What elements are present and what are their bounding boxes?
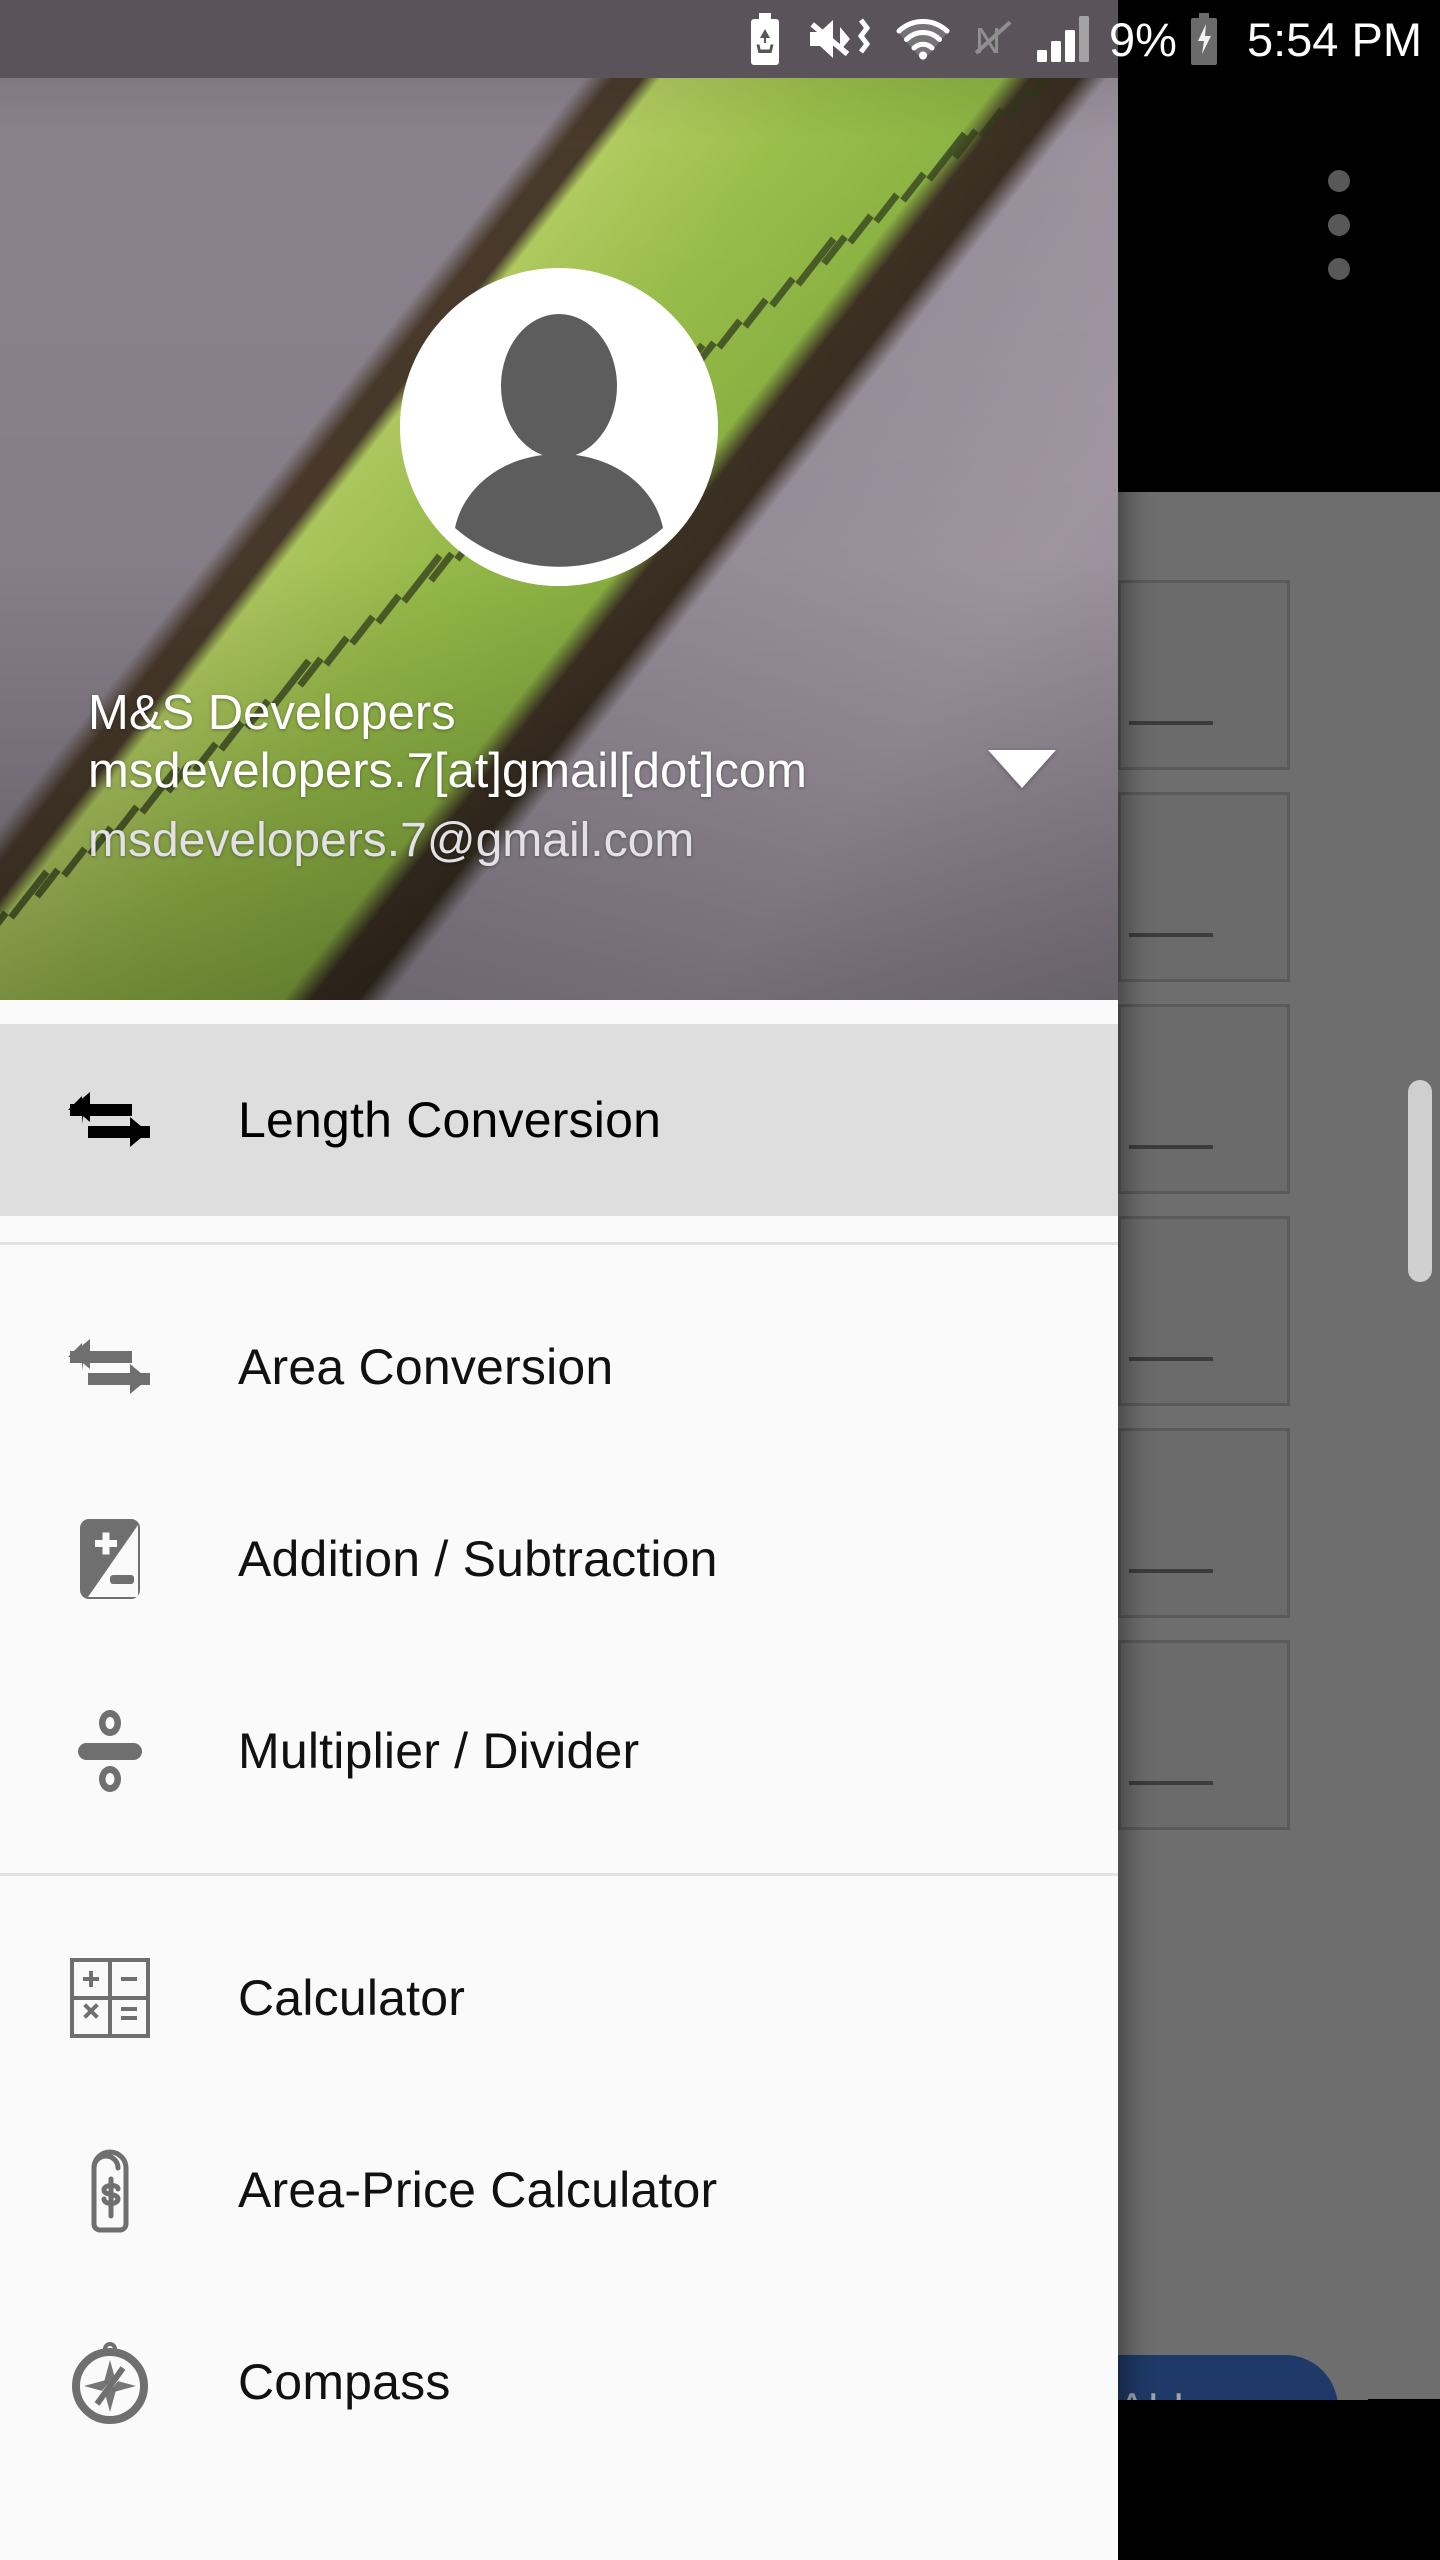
swap-horizontal-icon (68, 1339, 150, 1394)
sidebar-item-label: Compass (238, 2354, 451, 2410)
plus-minus-box-icon (64, 1513, 156, 1605)
navigation-drawer: M&S Developers msdevelopers.7[at]gmail[d… (0, 0, 1118, 2560)
divide-icon (64, 1705, 156, 1797)
list-group-gap (0, 1876, 1118, 1902)
account-info[interactable]: M&S Developers msdevelopers.7[at]gmail[d… (88, 685, 998, 868)
input-card[interactable] (1118, 1216, 1290, 1406)
input-card[interactable] (1118, 792, 1290, 982)
swap-horizontal-icon (64, 1321, 156, 1413)
input-card[interactable] (1118, 1004, 1290, 1194)
price-tag-icon (91, 2149, 129, 2233)
compass-icon (72, 2342, 148, 2424)
sidebar-item-area-conversion[interactable]: Area Conversion (0, 1271, 1118, 1463)
input-card[interactable] (1118, 1640, 1290, 1830)
divide-icon (78, 1710, 142, 1792)
sidebar-item-label: Area-Price Calculator (238, 2162, 718, 2218)
sidebar-item-multiplier-divider[interactable]: Multiplier / Divider (0, 1655, 1118, 1847)
sidebar-item-area-price-calculator[interactable]: Area-Price Calculator (0, 2094, 1118, 2286)
list-group-gap (0, 1245, 1118, 1271)
sidebar-item-label: Area Conversion (238, 1339, 614, 1395)
sidebar-item-label: Addition / Subtraction (238, 1531, 718, 1587)
drawer-menu-list: Length Conversion Area Conversion Addition… (0, 1000, 1118, 2478)
overflow-menu-icon[interactable] (1326, 170, 1352, 280)
list-group-gap (0, 1216, 1118, 1242)
phone-screen: INSTALL M&S Developers msdevelopers.7[at… (0, 0, 1440, 2560)
calculator-grid-icon (70, 1958, 150, 2038)
drawer-header[interactable]: M&S Developers msdevelopers.7[at]gmail[d… (0, 0, 1118, 1000)
compass-icon (64, 2336, 156, 2428)
plus-minus-box-icon (80, 1519, 140, 1599)
sidebar-item-label: Multiplier / Divider (238, 1723, 640, 1779)
account-email: msdevelopers.7@gmail.com (88, 814, 695, 867)
drawer-list-top-spacer (0, 1000, 1118, 1024)
price-tag-icon (64, 2144, 156, 2236)
sidebar-item-compass[interactable]: Compass (0, 2286, 1118, 2478)
sidebar-item-length-conversion[interactable]: Length Conversion (0, 1024, 1118, 1216)
account-name: M&S Developers msdevelopers.7[at]gmail[d… (88, 686, 807, 799)
calculator-grid-icon (64, 1952, 156, 2044)
avatar[interactable] (400, 268, 718, 586)
swap-horizontal-icon (64, 1074, 156, 1166)
list-group-gap (0, 1847, 1118, 1873)
chevron-down-icon[interactable] (988, 750, 1056, 788)
vertical-scrollbar[interactable] (1408, 1080, 1432, 1282)
sidebar-item-label: Length Conversion (238, 1092, 662, 1148)
sidebar-item-label: Calculator (238, 1970, 466, 2026)
input-card[interactable] (1118, 1428, 1290, 1618)
sidebar-item-addition-subtraction[interactable]: Addition / Subtraction (0, 1463, 1118, 1655)
swap-horizontal-icon (68, 1092, 150, 1147)
sidebar-item-calculator[interactable]: Calculator (0, 1902, 1118, 2094)
input-card[interactable] (1118, 580, 1290, 770)
